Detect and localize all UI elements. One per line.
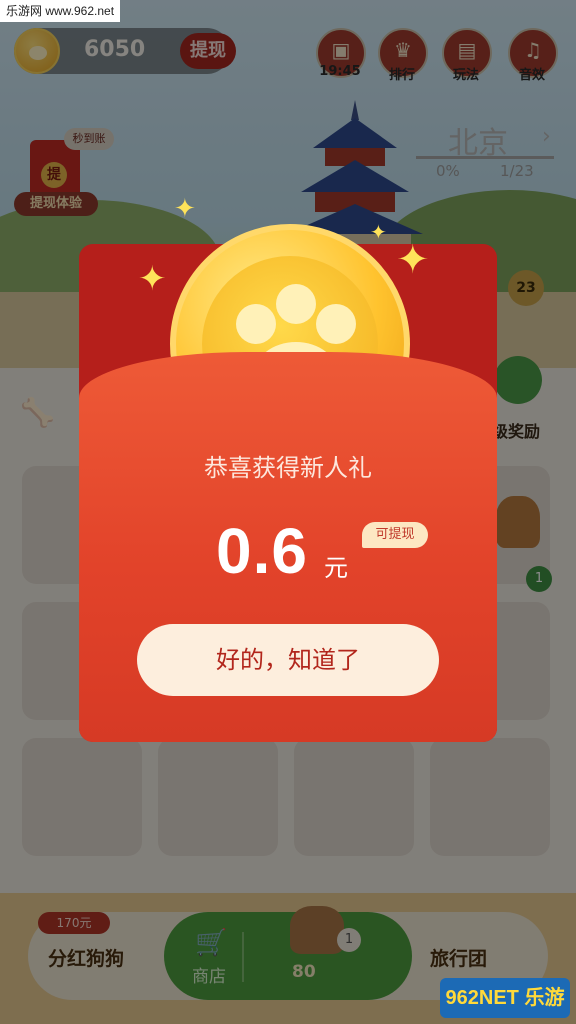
sparkle-icon: ✦ (138, 259, 167, 299)
watermark-bottom: 962NET 乐游网 (440, 978, 570, 1018)
sparkle-icon: ✦ (370, 220, 387, 244)
withdrawable-tag: 可提现 (362, 522, 428, 548)
modal-title: 恭喜获得新人礼 (204, 454, 372, 482)
paw-toe (276, 284, 316, 324)
reward-unit: 元 (324, 554, 348, 582)
paw-toe (236, 304, 276, 344)
sparkle-icon: ✦ (396, 237, 430, 283)
paw-toe (316, 304, 356, 344)
sparkle-icon: ✦ (174, 194, 196, 224)
ok-button[interactable]: 好的，知道了 (137, 624, 439, 696)
reward-amount: 0.6 (216, 515, 308, 587)
watermark-top: 乐游网 www.962.net (0, 0, 121, 22)
